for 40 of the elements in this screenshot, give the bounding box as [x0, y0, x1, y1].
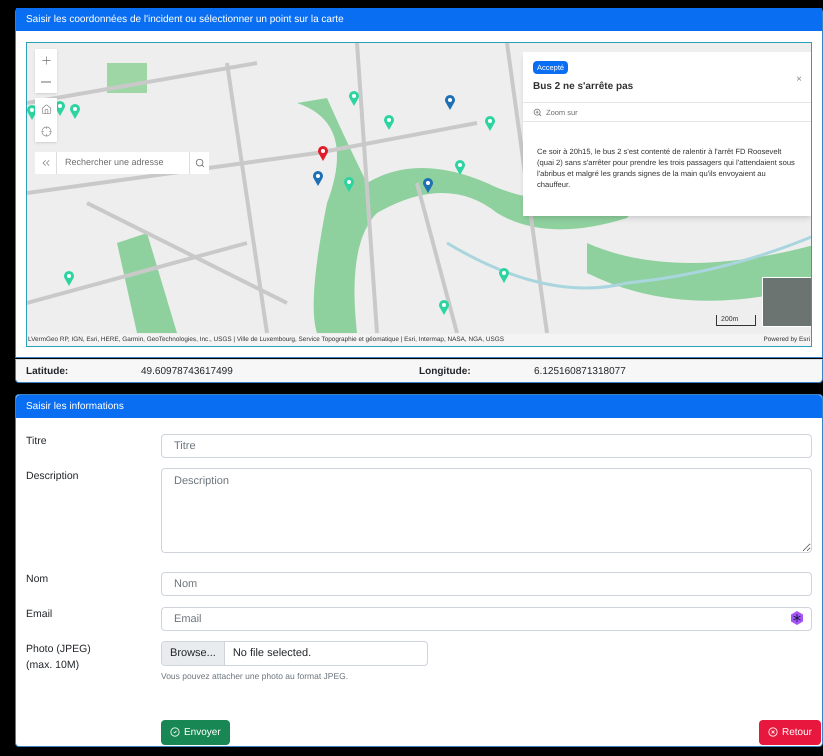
home-icon — [40, 104, 52, 114]
coordinate-label: Longitude: — [419, 364, 472, 378]
coordinate-value: 49.60978743617499 — [141, 364, 233, 378]
browse-button[interactable]: Browse... — [162, 642, 225, 665]
field-label: Nom — [26, 572, 50, 587]
close-button[interactable]: × — [796, 72, 802, 87]
extension-icon[interactable] — [790, 611, 804, 625]
x-circle-icon — [768, 727, 778, 738]
plus-icon — [40, 54, 52, 66]
panel-header: Saisir les informations — [16, 395, 822, 418]
collapse-button[interactable] — [35, 152, 57, 174]
map-pin-icon[interactable] — [318, 146, 328, 161]
search-icon — [194, 158, 204, 168]
coordinate-label: Latitude: — [26, 364, 70, 378]
field-label: Description — [26, 469, 80, 484]
email-field[interactable]: Email — [161, 607, 812, 631]
check-circle-icon — [170, 727, 180, 738]
map-pin-icon[interactable] — [445, 95, 455, 110]
back-button[interactable]: Retour — [758, 720, 821, 745]
field-label: Email — [26, 607, 54, 622]
file-input[interactable]: Browse... No file selected. — [161, 641, 428, 666]
search-button[interactable] — [189, 152, 209, 174]
field-label: Photo (JPEG) (max. 10M) — [26, 642, 92, 673]
zoom-in-icon — [533, 108, 542, 117]
popup-title: Bus 2 ne s'arrête pas — [533, 80, 634, 94]
help-text: Vous pouvez attacher une photo au format JPEG. — [161, 670, 350, 683]
text-field[interactable]: Titre — [161, 434, 812, 458]
crosshair-icon — [40, 126, 52, 136]
address-search-field[interactable]: Rechercher une adresse — [57, 152, 189, 174]
panel-header: Saisir les coordonnées de l'incident ou sélectionner un point sur la carte — [16, 8, 822, 31]
send-button[interactable]: Envoyer — [161, 720, 230, 745]
satellite-thumbnail[interactable] — [762, 277, 811, 327]
file-name: No file selected. — [232, 646, 312, 662]
map-pin-icon[interactable] — [423, 178, 433, 193]
minus-icon — [41, 81, 51, 83]
description-field[interactable]: Description — [161, 468, 812, 553]
map-pin-icon[interactable] — [313, 171, 323, 186]
field-label: Titre — [26, 434, 48, 449]
coordinate-value: 6.125160871318077 — [534, 364, 626, 378]
text-field[interactable]: Nom — [161, 572, 812, 596]
